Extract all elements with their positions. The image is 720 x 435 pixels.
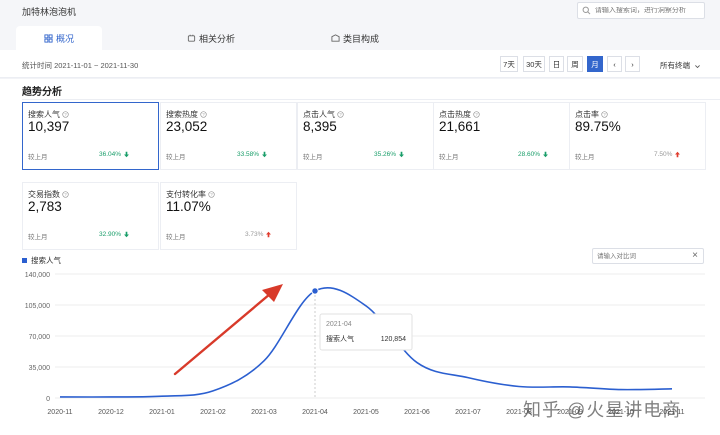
trend-chart: 0 35,000 70,000 105,000 140,000 2020-11 2020-1…	[25, 272, 705, 416]
x-tick-label: 2021-02	[200, 409, 226, 416]
watermark: 知乎 @火星讲电商	[523, 400, 682, 420]
x-tick-label: 2021-01	[149, 409, 175, 416]
x-tick-label: 2021-04	[302, 409, 328, 416]
x-tick-label: 2020-12	[98, 409, 124, 416]
annotation-arrow-shaft	[173, 292, 272, 376]
x-tick-label: 2021-03	[251, 409, 277, 416]
x-tick-label: 2020-11	[47, 409, 72, 416]
x-tick-label: 2021-07	[455, 409, 481, 416]
tooltip-value: 120,854	[381, 336, 406, 343]
tooltip-box	[319, 313, 413, 351]
y-tick-label: 105,000	[25, 303, 50, 310]
y-tick-label: 140,000	[25, 272, 50, 279]
x-tick-label: 2021-05	[353, 409, 379, 416]
tooltip-label: 搜索人气	[326, 334, 354, 343]
y-tick-label: 70,000	[29, 334, 51, 341]
data-point[interactable]	[311, 287, 319, 295]
y-tick-label: 0	[46, 396, 50, 403]
tooltip-date: 2021-04	[326, 321, 352, 328]
x-tick-label: 2021-06	[404, 409, 430, 416]
y-tick-label: 35,000	[29, 365, 51, 372]
